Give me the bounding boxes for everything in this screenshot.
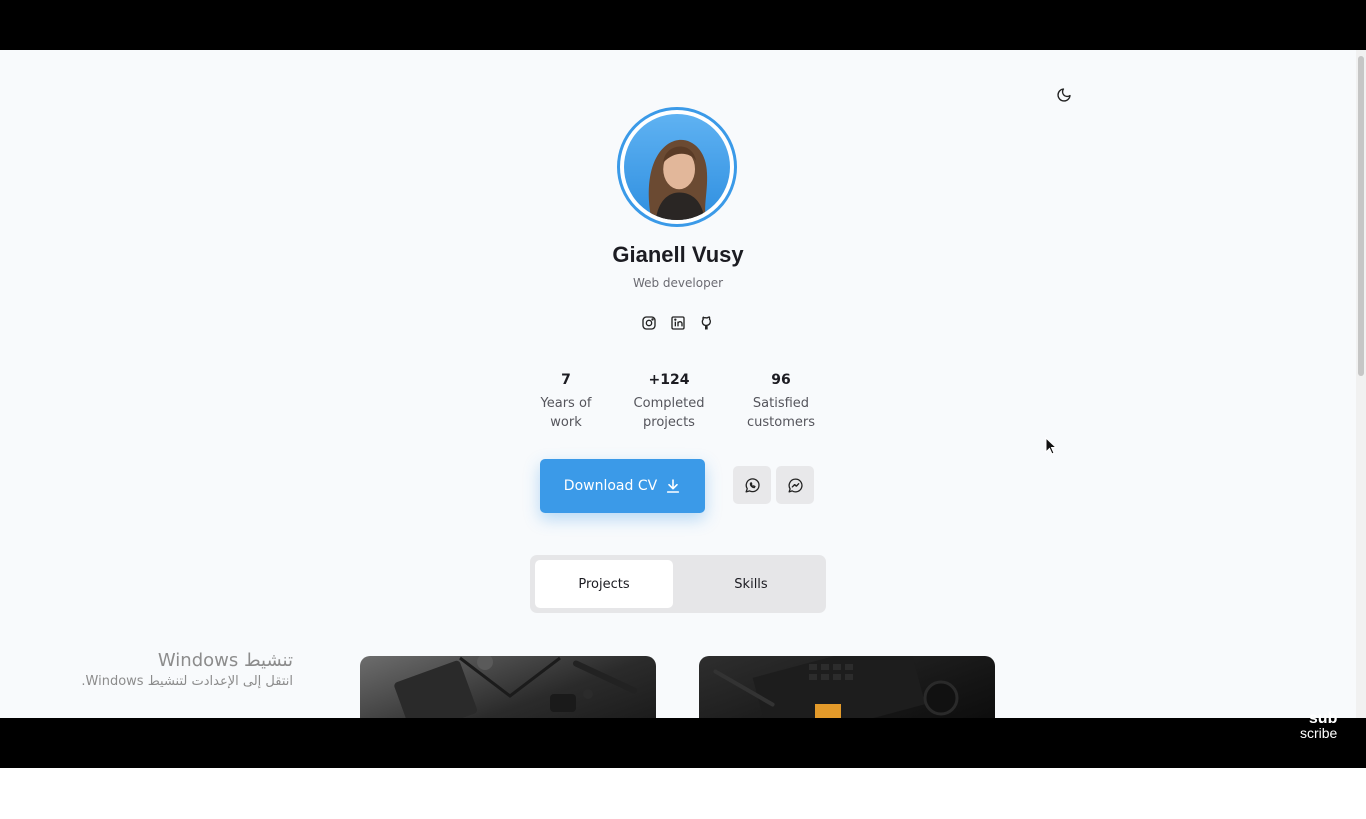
profile-name: Gianell Vusy bbox=[612, 242, 744, 267]
video-letterbox-bottom bbox=[0, 718, 1366, 768]
linkedin-icon bbox=[670, 315, 685, 330]
stat-projects: +124 Completed projects bbox=[629, 371, 709, 432]
avatar-frame bbox=[617, 107, 737, 227]
avatar bbox=[624, 114, 730, 220]
stat-years: 7 Years of work bbox=[536, 371, 596, 432]
messenger-icon bbox=[787, 477, 803, 493]
portfolio-page: Gianell Vusy Web developer 7 Years of wo… bbox=[0, 50, 1356, 718]
page-scrollbar[interactable] bbox=[1356, 50, 1366, 718]
tab-projects[interactable]: Projects bbox=[535, 560, 673, 608]
messenger-button[interactable] bbox=[776, 466, 814, 504]
social-links bbox=[640, 314, 715, 331]
stat-value: +124 bbox=[648, 372, 690, 388]
subscribe-logo: sub scribe bbox=[1300, 711, 1337, 741]
scrollbar-thumb[interactable] bbox=[1358, 56, 1364, 376]
whatsapp-icon bbox=[744, 477, 760, 493]
watermark-title: تنشيط Windows bbox=[157, 650, 293, 671]
download-cv-label: Download CV bbox=[563, 478, 658, 494]
stat-value: 96 bbox=[771, 372, 791, 388]
instagram-link[interactable] bbox=[640, 314, 657, 331]
section-tabs: Projects Skills bbox=[530, 555, 826, 613]
linkedin-link[interactable] bbox=[669, 314, 686, 331]
profile-role: Web developer bbox=[632, 276, 724, 290]
project-card[interactable] bbox=[699, 656, 995, 718]
instagram-icon bbox=[641, 315, 656, 330]
video-letterbox-top bbox=[0, 0, 1366, 50]
download-cv-button[interactable]: Download CV bbox=[540, 459, 705, 513]
windows-activation-watermark: تنشيط Windows انتقل إلى الإعدادت لتنشيط … bbox=[81, 650, 293, 689]
project-thumbnail bbox=[394, 656, 638, 718]
stat-customers: 96 Satisfied customers bbox=[741, 371, 821, 432]
logo-line-2: scribe bbox=[1300, 725, 1338, 741]
watermark-subtitle: انتقل إلى الإعدادت لتنشيط Windows. bbox=[81, 674, 293, 689]
stat-label: Years of work bbox=[540, 396, 592, 430]
project-thumbnail bbox=[713, 656, 959, 718]
github-link[interactable] bbox=[698, 314, 715, 331]
stat-label: Satisfied customers bbox=[747, 396, 815, 430]
github-icon bbox=[701, 315, 711, 330]
page-bottom-blank bbox=[0, 768, 1366, 819]
tab-skills[interactable]: Skills bbox=[682, 560, 820, 608]
theme-toggle-button[interactable] bbox=[1051, 82, 1077, 108]
download-icon bbox=[667, 479, 680, 493]
logo-line-1: sub bbox=[1308, 710, 1338, 727]
moon-icon bbox=[1057, 88, 1071, 102]
stat-label: Completed projects bbox=[633, 396, 705, 430]
project-card[interactable] bbox=[360, 656, 656, 718]
mouse-cursor bbox=[1045, 436, 1058, 459]
whatsapp-button[interactable] bbox=[733, 466, 771, 504]
stat-value: 7 bbox=[561, 372, 571, 388]
